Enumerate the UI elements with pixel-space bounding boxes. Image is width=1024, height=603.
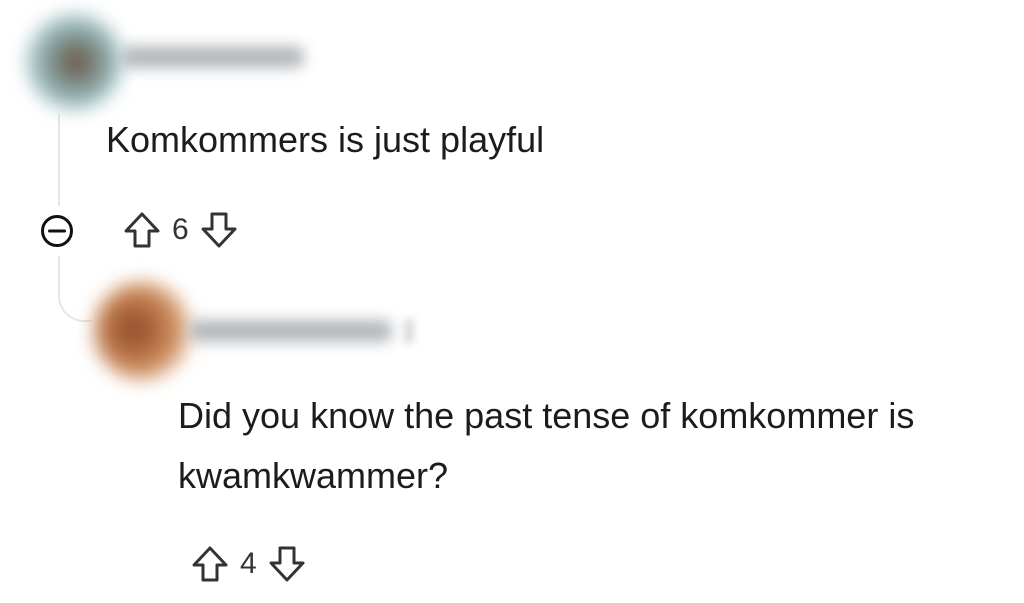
downvote-button[interactable]	[195, 206, 243, 254]
upvote-button[interactable]	[186, 540, 234, 588]
username-blurred[interactable]	[190, 320, 392, 342]
vote-score: 4	[240, 547, 257, 580]
avatar[interactable]	[26, 14, 122, 110]
vote-score: 6	[172, 213, 189, 246]
comment-body-line: kwamkwammer?	[178, 455, 449, 496]
comment-actions: 4	[186, 540, 311, 588]
reply-thread-curve	[58, 256, 92, 322]
collapse-circle-minus-icon	[41, 215, 73, 247]
comment-actions: 6	[118, 206, 243, 254]
downvote-arrow-icon	[269, 546, 305, 582]
upvote-arrow-icon	[192, 546, 228, 582]
username-blurred[interactable]	[122, 46, 304, 68]
downvote-arrow-icon	[201, 212, 237, 248]
collapse-button[interactable]	[37, 211, 77, 251]
thread-line	[58, 114, 60, 206]
upvote-arrow-icon	[124, 212, 160, 248]
comment-body-line: Did you know the past tense of komkommer…	[178, 395, 915, 436]
comment-thread: Komkommers is just playful 6 Did you kno…	[0, 0, 1024, 603]
comment-body: Did you know the past tense of komkommer…	[178, 386, 914, 506]
avatar[interactable]	[94, 282, 190, 380]
comment-body: Komkommers is just playful	[106, 119, 545, 160]
downvote-button[interactable]	[263, 540, 311, 588]
upvote-button[interactable]	[118, 206, 166, 254]
username-blurred-suffix	[404, 318, 414, 344]
